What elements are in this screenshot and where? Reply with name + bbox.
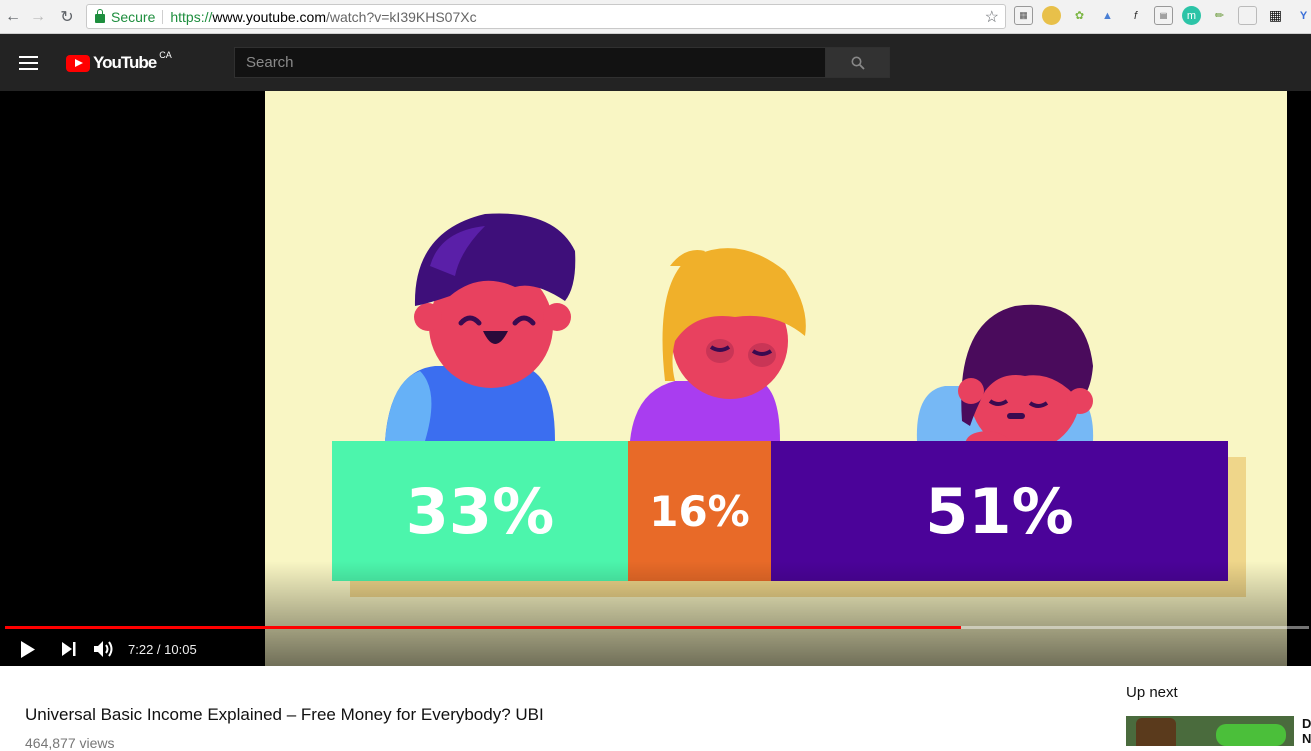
view-count: 464,877 views <box>25 735 115 751</box>
percentage-segment: 33% <box>332 441 628 581</box>
extension-icon[interactable]: ✿ <box>1070 6 1089 25</box>
extension-icon[interactable] <box>1238 6 1257 25</box>
play-icon <box>21 641 35 658</box>
youtube-header: YouTube CA Search <box>0 34 1311 91</box>
youtube-logo[interactable]: YouTube CA <box>66 50 172 73</box>
forward-icon[interactable]: → <box>25 4 51 30</box>
percentage-segment: 51% <box>771 441 1228 581</box>
extension-icon[interactable]: m <box>1182 6 1201 25</box>
region-code: CA <box>159 50 172 60</box>
back-icon[interactable]: ← <box>0 4 26 30</box>
video-player[interactable]: 33% 16% 51% 7:22 / 10:05 <box>0 91 1311 666</box>
reload-icon[interactable]: ↻ <box>54 4 80 30</box>
address-separator <box>162 9 164 24</box>
video-progress-fill <box>5 626 961 629</box>
up-next-thumbnail[interactable] <box>1126 716 1294 746</box>
address-bar[interactable]: Secure https://www.youtube.com/watch?v=k… <box>86 4 1006 29</box>
menu-icon[interactable] <box>19 56 38 70</box>
extension-icon[interactable]: ✏ <box>1210 6 1229 25</box>
percentage-label: 16% <box>649 486 750 536</box>
browser-toolbar: ← → ↻ Secure https://www.youtube.com/wat… <box>0 0 1311 34</box>
player-controls: 7:22 / 10:05 <box>0 634 1311 664</box>
percentage-label: 33% <box>405 474 555 548</box>
extension-icon[interactable]: ▲ <box>1098 6 1117 25</box>
secure-label: Secure <box>111 8 156 25</box>
bookmark-star-icon[interactable]: ☆ <box>985 7 999 27</box>
apps-grid-icon[interactable]: ▦ <box>1266 6 1285 25</box>
up-next-label: Up next <box>1126 684 1178 701</box>
percentage-segment: 16% <box>628 441 771 581</box>
video-progress-bar[interactable] <box>5 626 1309 629</box>
video-title: Universal Basic Income Explained – Free … <box>25 705 544 724</box>
lock-icon <box>95 9 105 23</box>
play-button[interactable] <box>20 641 36 658</box>
volume-button[interactable] <box>94 640 116 658</box>
skip-next-icon <box>62 642 76 656</box>
url-scheme: https:// <box>170 8 213 25</box>
extension-icon[interactable] <box>1042 6 1061 25</box>
percentage-label: 51% <box>925 474 1074 548</box>
up-next-title[interactable]: D N <box>1302 716 1311 746</box>
youtube-play-logo-icon <box>66 54 90 72</box>
extension-icons: ▦ ✿ ▲ f ▤ m ✏ ▦ Y <box>1014 6 1311 25</box>
url-text: https://www.youtube.com/watch?v=kI39KHS0… <box>170 9 476 25</box>
search-icon <box>851 56 865 70</box>
search-input[interactable]: Search <box>234 47 826 78</box>
extension-icon[interactable]: ▤ <box>1154 6 1173 25</box>
video-time-display: 7:22 / 10:05 <box>128 642 197 657</box>
url-path: /watch?v=kI39KHS07Xc <box>326 8 477 25</box>
youtube-wordmark: YouTube <box>93 53 157 72</box>
extension-icon[interactable]: Y <box>1294 6 1311 25</box>
extension-icon[interactable]: f <box>1126 6 1145 25</box>
next-button[interactable] <box>62 641 76 657</box>
volume-icon <box>94 641 113 657</box>
video-info-area: Universal Basic Income Explained – Free … <box>0 666 1311 751</box>
extension-icon[interactable]: ▦ <box>1014 6 1033 25</box>
url-host: www.youtube.com <box>212 8 326 25</box>
search-button[interactable] <box>825 47 890 78</box>
